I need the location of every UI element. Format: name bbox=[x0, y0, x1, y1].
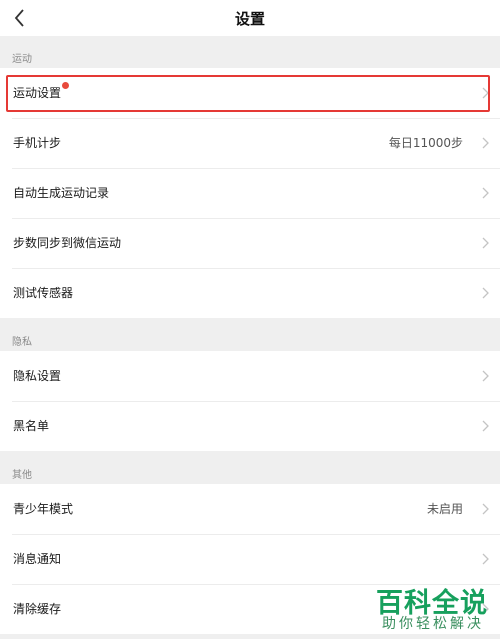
section-header-sport: 运动 bbox=[12, 54, 32, 65]
chevron-right-icon bbox=[482, 370, 489, 382]
watermark-subtitle: 助你轻松解决 bbox=[382, 616, 484, 632]
chevron-right-icon bbox=[482, 137, 489, 149]
setting-label: 青少年模式 bbox=[13, 502, 74, 516]
chevron-right-icon bbox=[482, 420, 489, 432]
setting-value: 未启用 bbox=[426, 502, 463, 516]
privacy-settings-group: 隐私设置 黑名单 bbox=[0, 351, 500, 451]
setting-row-step-counter[interactable]: 手机计步 每日11000步 bbox=[0, 118, 500, 168]
watermark: 百科全说 助你轻松解决 bbox=[376, 575, 500, 639]
setting-label: 自动生成运动记录 bbox=[13, 186, 110, 200]
chevron-right-icon bbox=[482, 237, 489, 249]
setting-value: 每日11000步 bbox=[388, 136, 463, 150]
setting-row-wechat-sync[interactable]: 步数同步到微信运动 bbox=[0, 218, 500, 268]
chevron-right-icon bbox=[482, 187, 489, 199]
setting-label: 清除缓存 bbox=[13, 602, 62, 616]
setting-label: 黑名单 bbox=[13, 419, 50, 433]
setting-row-blacklist[interactable]: 黑名单 bbox=[0, 401, 500, 451]
page-title: 设置 bbox=[234, 10, 265, 28]
section-header-privacy: 隐私 bbox=[12, 337, 32, 348]
top-bar: 设置 bbox=[0, 0, 500, 36]
setting-label: 测试传感器 bbox=[13, 286, 74, 300]
setting-row-teen-mode[interactable]: 青少年模式 未启用 bbox=[0, 484, 500, 534]
section-header-other: 其他 bbox=[12, 470, 32, 481]
highlight-box bbox=[6, 75, 490, 112]
setting-label: 消息通知 bbox=[13, 552, 62, 566]
setting-label: 步数同步到微信运动 bbox=[13, 236, 122, 250]
setting-label: 手机计步 bbox=[13, 136, 62, 150]
setting-row-auto-record[interactable]: 自动生成运动记录 bbox=[0, 168, 500, 218]
chevron-right-icon bbox=[482, 503, 489, 515]
chevron-right-icon bbox=[482, 553, 489, 565]
setting-label: 隐私设置 bbox=[13, 369, 62, 383]
setting-row-test-sensor[interactable]: 测试传感器 bbox=[0, 268, 500, 318]
chevron-right-icon bbox=[482, 287, 489, 299]
setting-row-privacy[interactable]: 隐私设置 bbox=[0, 351, 500, 401]
